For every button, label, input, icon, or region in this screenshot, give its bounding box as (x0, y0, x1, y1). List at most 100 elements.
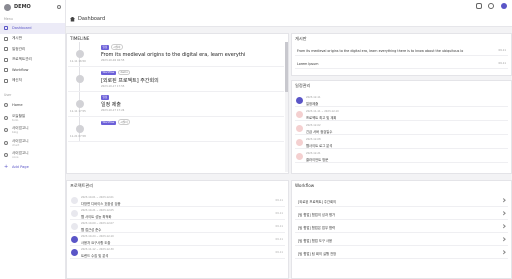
project-title-text: 트렌드 수집 및 분석 (81, 253, 109, 258)
project-title: 프로젝트관리 (70, 183, 94, 188)
avatar[interactable] (501, 3, 507, 9)
project-title-text: 다방면 디바이스 호환성 검증 (81, 201, 121, 206)
schedule-title-text: 프로젝트 최고 및 계획 (306, 115, 337, 120)
sidebar-user-home[interactable]: Home (0, 99, 65, 112)
category-tag: Workflow (101, 70, 116, 75)
project-row[interactable]: 2023-10-24 ~ 2023-12-10 사용자 요구사항 도출 09-1… (70, 234, 285, 246)
timeline-item-meta: 2023-10-17 17:55 (101, 84, 125, 88)
timeline-list[interactable]: 11-11 16:50 일정 시월이 From its medieval orig… (68, 42, 284, 172)
schedule-row[interactable]: 2023-12-21 클라이언트 방문 (295, 151, 508, 163)
timeline-item[interactable]: 11-11 17:55 일정 일정 제출 2023-10-17 17:24 (68, 92, 284, 117)
workflow-row-title: [팀 협업] 협업 도구 사용 (298, 239, 333, 243)
workflow-title: Workflow (295, 183, 315, 188)
workflow-row[interactable]: [팀 협업] 팀 회의 실행 전망 (295, 247, 508, 259)
sidebar-item-board[interactable]: 게시판 (0, 34, 65, 45)
project-date: 2023-11-12 ~ 2023-12-30 (81, 248, 114, 251)
project-row[interactable]: 2023-11-12 ~ 2023-12-30 트렌드 수집 및 분석 09-1… (70, 247, 285, 259)
workflow-row[interactable]: [팀 협업] 협업의 성과 평가 (295, 208, 508, 220)
timeline-date: 11-11 17:55 (70, 110, 86, 113)
schedule-title-text: 클라이언트 방문 (306, 157, 329, 162)
schedule-date: 2023-11-11 ~ 2023-12-10 (306, 110, 339, 113)
home-icon (4, 103, 8, 108)
avatar (296, 97, 303, 104)
timeline-node-icon (76, 100, 84, 108)
scrollbar-thumb[interactable] (285, 42, 288, 92)
sidebar-item-schedule[interactable]: 일정관리 (0, 44, 65, 55)
user-icon (4, 153, 8, 158)
timeline-item-title: [외로된 프로젝트] 주간회의 (101, 77, 159, 84)
add-page-label: Add Page (12, 164, 29, 169)
timeline-item-title: 일정 제출 (101, 102, 121, 108)
sidebar-user-todo[interactable]: 오늘할일 todo (0, 112, 65, 125)
workflow-row[interactable]: [외로된 프로젝트] 주간회의 (295, 195, 508, 207)
schedule-row[interactable]: 2023-12-11 일정제출 (295, 95, 508, 107)
schedule-row[interactable]: 2023-12-02 긴급 서버 점검일수 (295, 123, 508, 135)
timeline-item[interactable]: 11-21 07:58 Workflow 시월이 (68, 117, 284, 142)
schedule-row[interactable]: 2023-11-11 ~ 2023-12-10 프로젝트 최고 및 계획 (295, 109, 508, 121)
timeline-item[interactable]: 11-11 16:50 일정 시월이 From its medieval orig… (68, 42, 284, 67)
section-menu-label: Menu (4, 17, 13, 21)
board-panel: 게시판 From its medieval origins to the dig… (291, 33, 512, 76)
schedule-date: 2023-12-02 (306, 124, 321, 127)
sidebar-user-cons[interactable]: 사이업고니 cons (0, 149, 65, 162)
sidebar-user-chart[interactable]: 사이업고니 chart (0, 137, 65, 150)
timeline-panel: TIMELINE 11-11 16:50 일정 시월이 From its medi… (66, 33, 289, 174)
app-logo[interactable] (4, 3, 11, 11)
board-row-date: 09-11 (498, 49, 506, 52)
schedule-title-text: 웹사이트 로그 분석 (306, 143, 333, 148)
project-panel: 프로젝트관리 2023-10-01 ~ 2023-12-01 다방면 디바이스 … (66, 180, 289, 279)
schedule-date: 2023-12-11 (306, 96, 321, 99)
avatar (296, 139, 303, 146)
sidebar-item-label: Workflow (12, 68, 29, 73)
avatar (296, 125, 303, 132)
workflow-row[interactable]: [팀 협업] 협업은 업무 협력 (295, 221, 508, 233)
project-icon (71, 210, 78, 217)
app-name: DEMO (14, 4, 31, 10)
edit-icon[interactable] (476, 3, 482, 9)
schedule-title-text: 일정제출 (306, 101, 319, 106)
schedule-panel: 일정관리 2023-12-11 일정제출 2023-11-11 ~ 2023-1… (291, 80, 512, 174)
user-icon (4, 140, 8, 145)
schedule-row[interactable]: 2023-12-08 웹사이트 로그 분석 (295, 137, 508, 149)
sidebar-item-label: 일정관리 (12, 46, 26, 51)
sidebar-item-messenger[interactable]: 메신저 (0, 76, 65, 87)
timeline-item[interactable]: Workflow demo [외로된 프로젝트] 주간회의 2023-10-17 … (68, 67, 284, 92)
project-row-date: 09-11 (275, 199, 283, 202)
top-bar: Dashboard (66, 0, 512, 27)
home-icon (70, 16, 75, 22)
avatar (296, 111, 303, 118)
project-title-text: 사용자 요구사항 도출 (81, 240, 111, 245)
project-row[interactable]: 2023-10-01 ~ 2023-12-01 다방면 디바이스 호환성 검증 … (70, 195, 285, 207)
board-row[interactable]: Lorem Ipsum 09-11 (295, 59, 508, 69)
workflow-row[interactable]: [팀 협업] 협업 도구 사용 (295, 234, 508, 246)
calendar-icon (4, 47, 8, 52)
project-row[interactable]: 2023-10-21 ~ 2023-12-05 웹 사이트 성능 최적화 09-… (70, 208, 285, 220)
schedule-title: 일정관리 (295, 83, 311, 88)
sidebar-user-blog[interactable]: 사이업고니 blog (0, 124, 65, 137)
project-row[interactable]: 2023-10-09 ~ 2023-12-07 웹 접근성 준수 09-11 (70, 221, 285, 233)
bell-icon[interactable] (488, 3, 494, 9)
timeline-node-icon (76, 75, 84, 83)
board-title: 게시판 (295, 36, 307, 41)
workflow-row-title: [팀 협업] 협업은 업무 협력 (298, 226, 336, 230)
project-icon (71, 223, 78, 230)
sidebar-item-project[interactable]: 프로젝트관리 (0, 55, 65, 66)
gear-icon[interactable] (57, 5, 61, 9)
user-item-sub: cons (12, 155, 19, 160)
project-icon (71, 236, 78, 243)
sidebar-item-dashboard[interactable]: Dashboard (0, 23, 65, 34)
project-icon (71, 197, 78, 204)
chevron-right-icon (500, 237, 505, 242)
board-row[interactable]: From its medieval origins to the digital… (295, 46, 508, 56)
timeline-node-icon (76, 125, 84, 133)
timeline-item-meta: 2023-10-04 04:55 (101, 58, 125, 62)
project-date: 2023-10-21 ~ 2023-12-05 (81, 209, 114, 212)
workflow-row-title: [팀 협업] 팀 회의 실행 전망 (298, 252, 337, 256)
workflow-row-title: [외로된 프로젝트] 주간회의 (298, 200, 337, 204)
sidebar-item-workflow[interactable]: Workflow (0, 65, 65, 76)
timeline-item-title: From its medieval origins to the digital… (101, 51, 246, 58)
sidebar: DEMO Menu Dashboard 게시판 일정관리 프로젝트관리 Work… (0, 0, 66, 279)
home-icon (4, 26, 8, 31)
chevron-right-icon (500, 198, 505, 203)
add-page-button[interactable]: + Add Page (0, 162, 65, 173)
